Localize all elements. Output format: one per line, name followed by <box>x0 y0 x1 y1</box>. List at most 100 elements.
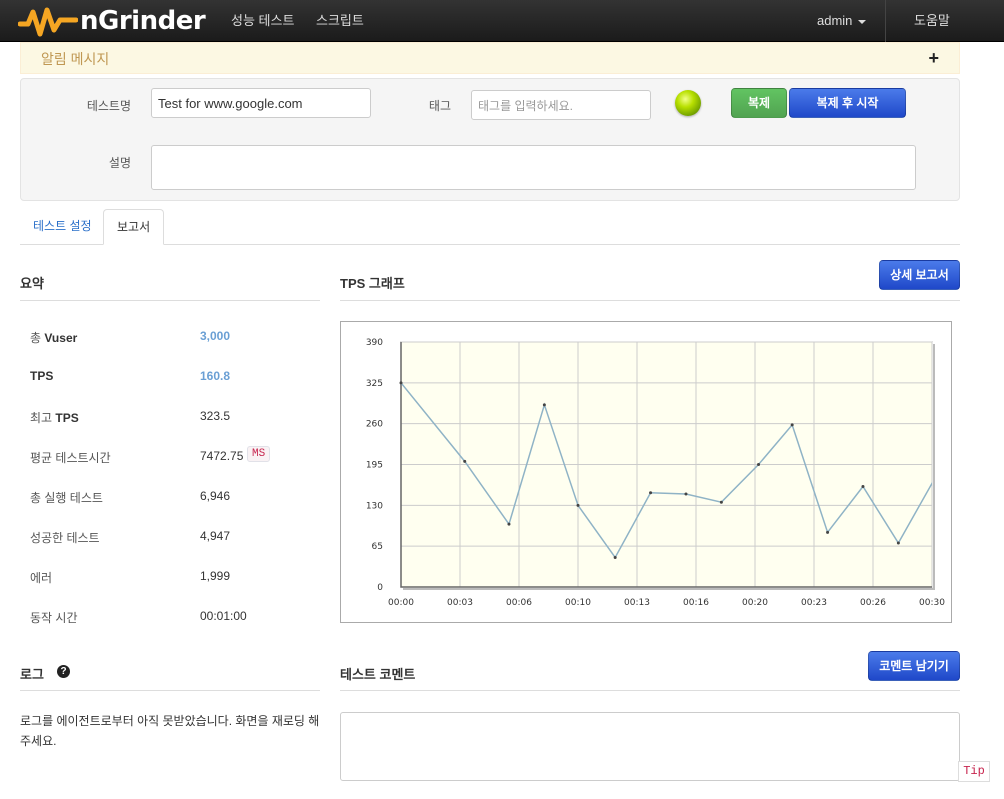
summary-value: 7472.75 <box>200 449 244 463</box>
caret-down-icon <box>858 19 867 24</box>
clone-button[interactable]: 복제 <box>731 88 787 118</box>
summary-value: 323.5 <box>200 409 231 423</box>
x-tick-label: 00:16 <box>683 598 709 608</box>
tag-label: 태그 <box>428 99 451 113</box>
tps-divider <box>340 300 960 301</box>
detail-report-button[interactable]: 상세 보고서 <box>879 260 960 290</box>
tag-input[interactable] <box>471 90 651 120</box>
summary-label: 동작 시간 <box>30 609 78 626</box>
summary-label-text: 총 <box>30 331 45 345</box>
summary-value[interactable]: 160.8 <box>200 369 230 383</box>
description-textarea[interactable] <box>151 145 916 190</box>
summary-value: 4,947 <box>200 529 231 543</box>
summary-title: 요약 <box>20 276 44 291</box>
summary-value[interactable]: 3,000 <box>200 329 230 343</box>
x-tick-label: 00:20 <box>742 598 768 608</box>
log-title: 로그 <box>20 667 44 682</box>
leave-comment-button[interactable]: 코멘트 남기기 <box>868 651 960 681</box>
tps-data-point <box>719 500 723 504</box>
tps-data-point <box>463 459 467 463</box>
top-navbar: nGrinder 성능 테스트 스크립트 admin 도움말 <box>0 0 1004 42</box>
y-tick-label: 0 <box>377 583 383 593</box>
nav-script[interactable]: 스크립트 <box>316 0 364 42</box>
brand-logo[interactable]: nGrinder <box>18 4 206 38</box>
tps-data-point <box>649 491 653 495</box>
nav-divider <box>885 0 886 42</box>
summary-value: 6,946 <box>200 489 231 503</box>
test-name-label: 테스트명 <box>86 99 131 113</box>
summary-label-text: 평균 테스트시간 <box>30 451 111 465</box>
x-tick-label: 00:30 <box>919 598 945 608</box>
test-name-input[interactable] <box>151 88 371 118</box>
tps-data-point <box>507 522 511 526</box>
test-comment-title: 테스트 코멘트 <box>340 667 416 682</box>
x-tick-label: 00:10 <box>565 598 591 608</box>
x-tick-label: 00:00 <box>388 598 414 608</box>
y-tick-label: 130 <box>366 501 383 511</box>
tab-test-settings[interactable]: 테스트 설정 <box>20 209 105 245</box>
summary-label-text: 에러 <box>30 571 53 585</box>
question-icon[interactable]: ? <box>57 665 70 678</box>
summary-label-text: 총 실행 테스트 <box>30 491 103 505</box>
tps-data-point <box>684 492 688 496</box>
plus-icon[interactable]: + <box>928 48 939 69</box>
x-tick-label: 00:26 <box>860 598 886 608</box>
waveform-logo-icon <box>18 7 78 37</box>
alert-title: 알림 메시지 <box>41 51 110 67</box>
summary-label-text: 동작 시간 <box>30 611 78 625</box>
summary-value: 1,999 <box>200 569 231 583</box>
status-ball-icon <box>675 90 701 116</box>
test-info-form: 테스트명 태그 복제 복제 후 시작 설명 <box>20 78 960 201</box>
comment-textarea[interactable] <box>340 712 960 781</box>
summary-label: 최고 TPS <box>30 409 79 426</box>
tab-report[interactable]: 보고서 <box>103 209 165 245</box>
summary-label-bold: TPS <box>30 369 54 383</box>
x-tick-label: 00:23 <box>801 598 827 608</box>
y-tick-label: 390 <box>366 338 383 348</box>
tps-data-point <box>826 530 830 534</box>
tps-data-point <box>399 381 403 385</box>
tps-chart: 0 65 130 195 260 325 390 00:00 00:03 00:06 00:10 00… <box>340 321 952 623</box>
summary-label: 에러 <box>30 569 52 586</box>
nav-performance-test[interactable]: 성능 테스트 <box>231 0 294 42</box>
y-tick-label: 195 <box>366 461 383 471</box>
tps-data-point <box>861 484 865 488</box>
summary-label-text: 성공한 테스트 <box>30 531 100 545</box>
x-tick-label: 00:13 <box>624 598 650 608</box>
tps-data-point <box>576 503 580 507</box>
tps-data-point <box>542 403 546 407</box>
summary-label-bold: Vuser <box>44 331 78 345</box>
y-tick-label: 65 <box>372 542 383 552</box>
summary-label: 총 Vuser <box>30 329 77 346</box>
tip-badge[interactable]: Tip <box>958 761 990 782</box>
nav-help[interactable]: 도움말 <box>914 0 950 42</box>
clone-and-start-button[interactable]: 복제 후 시작 <box>789 88 906 118</box>
summary-label: 성공한 테스트 <box>30 529 100 546</box>
summary-label-bold: TPS <box>55 411 79 425</box>
summary-label: 총 실행 테스트 <box>30 489 103 506</box>
tps-data-point <box>757 463 761 466</box>
user-name: admin <box>817 13 853 28</box>
y-tick-label: 325 <box>366 379 383 389</box>
nav-user-menu[interactable]: admin <box>817 0 867 42</box>
tps-data-point <box>790 423 794 427</box>
comment-divider <box>340 690 960 691</box>
summary-value: 00:01:00 <box>200 609 247 623</box>
tps-data-point <box>896 541 900 545</box>
log-message: 로그를 에이전트로부터 아직 못받았습니다. 화면을 재로딩 해주세요. <box>20 714 320 748</box>
alert-message-bar: 알림 메시지 + <box>20 42 960 74</box>
unit-badge: MS <box>247 446 271 462</box>
description-label: 설명 <box>108 156 131 170</box>
summary-label-text: 최고 <box>30 411 56 425</box>
tps-graph-title: TPS 그래프 <box>340 276 405 291</box>
x-tick-label: 00:06 <box>506 598 532 608</box>
log-divider <box>20 690 320 691</box>
summary-label: 평균 테스트시간 <box>30 449 111 466</box>
brand-name: nGrinder <box>80 6 206 36</box>
summary-divider <box>20 300 320 301</box>
x-tick-label: 00:03 <box>447 598 473 608</box>
tps-chart-svg: 0 65 130 195 260 325 390 00:00 00:03 00:06 00:10 00… <box>366 338 945 608</box>
y-tick-label: 260 <box>366 420 383 430</box>
tps-data-point <box>613 555 617 559</box>
summary-label: TPS <box>30 369 53 383</box>
